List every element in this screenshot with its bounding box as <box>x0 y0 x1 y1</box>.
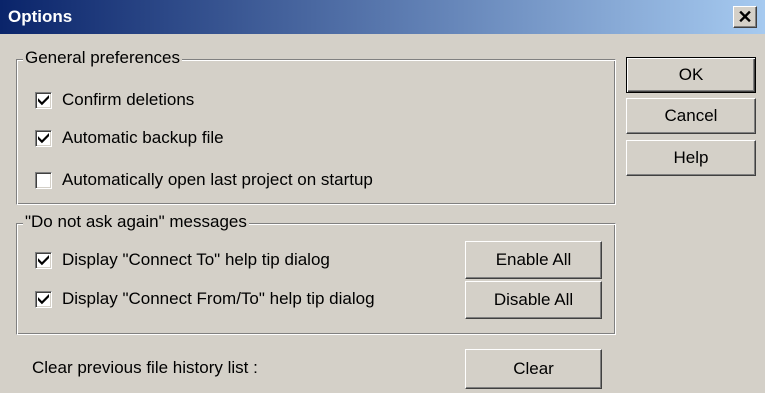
do-not-ask-legend: "Do not ask again" messages <box>23 212 249 232</box>
clear-history-label: Clear previous file history list : <box>32 358 258 377</box>
general-preferences-legend: General preferences <box>23 48 182 68</box>
confirm-deletions-label: Confirm deletions <box>62 90 195 109</box>
connect-from-to-tip-option[interactable]: Display "Connect From/To" help tip dialo… <box>35 289 375 309</box>
automatic-backup-checkbox[interactable] <box>35 129 52 147</box>
connect-to-tip-checkbox[interactable] <box>35 251 52 269</box>
close-icon: ✕ <box>737 7 753 27</box>
cancel-button[interactable]: Cancel <box>626 98 756 134</box>
checkmark-icon <box>38 293 49 304</box>
connect-from-to-tip-checkbox[interactable] <box>35 290 52 308</box>
connect-to-tip-option[interactable]: Display "Connect To" help tip dialog <box>35 250 330 270</box>
checkmark-icon <box>38 254 49 265</box>
enable-all-button[interactable]: Enable All <box>465 241 602 279</box>
open-last-project-option[interactable]: Automatically open last project on start… <box>35 170 373 190</box>
clear-history-button[interactable]: Clear <box>465 349 602 389</box>
ok-button[interactable]: OK <box>626 57 756 93</box>
open-last-project-label: Automatically open last project on start… <box>62 170 373 189</box>
close-button[interactable]: ✕ <box>733 6 757 28</box>
automatic-backup-option[interactable]: Automatic backup file <box>35 128 224 148</box>
confirm-deletions-checkbox[interactable] <box>35 91 52 109</box>
window-title: Options <box>8 7 73 26</box>
help-button[interactable]: Help <box>626 140 756 176</box>
disable-all-button[interactable]: Disable All <box>465 281 602 319</box>
confirm-deletions-option[interactable]: Confirm deletions <box>35 90 194 110</box>
checkmark-icon <box>38 132 49 143</box>
connect-to-tip-label: Display "Connect To" help tip dialog <box>62 250 330 269</box>
title-bar: Options ✕ <box>0 0 765 34</box>
automatic-backup-label: Automatic backup file <box>62 128 224 147</box>
open-last-project-checkbox[interactable] <box>35 171 52 189</box>
connect-from-to-tip-label: Display "Connect From/To" help tip dialo… <box>62 289 375 308</box>
checkmark-icon <box>38 94 49 105</box>
